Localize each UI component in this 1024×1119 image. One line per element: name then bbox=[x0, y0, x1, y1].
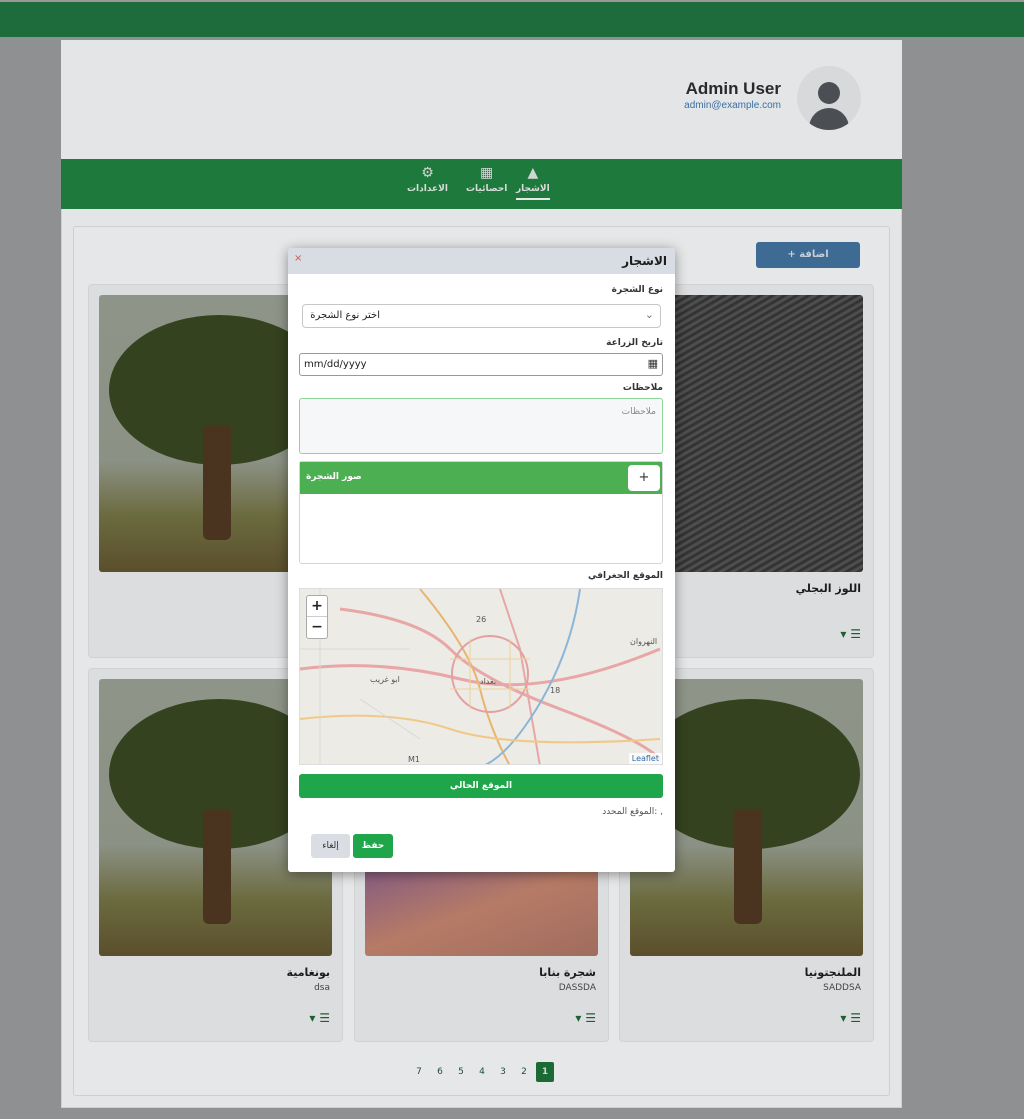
planting-date-label: تاريخ الزراعة bbox=[606, 338, 663, 348]
close-icon[interactable]: × bbox=[294, 253, 302, 264]
map-attribution[interactable]: Leaflet bbox=[628, 753, 662, 764]
map-road-m1: M1 bbox=[408, 755, 420, 764]
modal-header: × الاشجار bbox=[288, 248, 675, 274]
planting-date-value: mm/dd/yyyy bbox=[304, 359, 367, 370]
map-road-18: 18 bbox=[550, 686, 561, 695]
photos-header: صور الشجرة + bbox=[300, 462, 662, 494]
location-map[interactable]: بغداد ابو غريب النهروان 26 18 M1 + − Lea… bbox=[299, 588, 663, 765]
planting-date-input[interactable]: mm/dd/yyyy ▦ bbox=[299, 353, 663, 376]
selected-location-text: الموقع المحدد: , bbox=[602, 807, 663, 817]
map-zoom-control: + − bbox=[306, 595, 328, 639]
photos-label: صور الشجرة bbox=[306, 472, 362, 482]
zoom-out-button[interactable]: − bbox=[307, 617, 327, 638]
tree-type-value: اختر نوع الشجرة bbox=[310, 310, 380, 321]
location-label: الموقع الجغرافي bbox=[587, 571, 663, 581]
save-button[interactable]: حفظ bbox=[353, 834, 393, 858]
notes-textarea[interactable]: ملاحظات bbox=[299, 398, 663, 454]
add-photo-button[interactable]: + bbox=[628, 465, 660, 491]
map-west-label: ابو غريب bbox=[370, 675, 400, 684]
tree-type-select[interactable]: اختر نوع الشجرة ⌄ bbox=[302, 304, 661, 328]
tree-type-label: نوع الشجرة bbox=[611, 285, 663, 295]
notes-placeholder: ملاحظات bbox=[621, 407, 656, 417]
tree-modal: × الاشجار نوع الشجرة اختر نوع الشجرة ⌄ ت… bbox=[288, 248, 675, 872]
calendar-icon[interactable]: ▦ bbox=[648, 357, 658, 370]
photos-section: صور الشجرة + bbox=[299, 461, 663, 564]
zoom-in-button[interactable]: + bbox=[307, 596, 327, 617]
map-road-26: 26 bbox=[476, 615, 487, 624]
map-city-label: بغداد bbox=[480, 677, 497, 686]
chevron-down-icon: ⌄ bbox=[644, 308, 654, 321]
modal-title: الاشجار bbox=[622, 254, 667, 268]
current-location-button[interactable]: الموقع الحالي bbox=[299, 774, 663, 798]
notes-label: ملاحظات bbox=[622, 383, 663, 393]
map-east-label: النهروان bbox=[630, 637, 658, 646]
cancel-button[interactable]: إلغاء bbox=[311, 834, 350, 858]
